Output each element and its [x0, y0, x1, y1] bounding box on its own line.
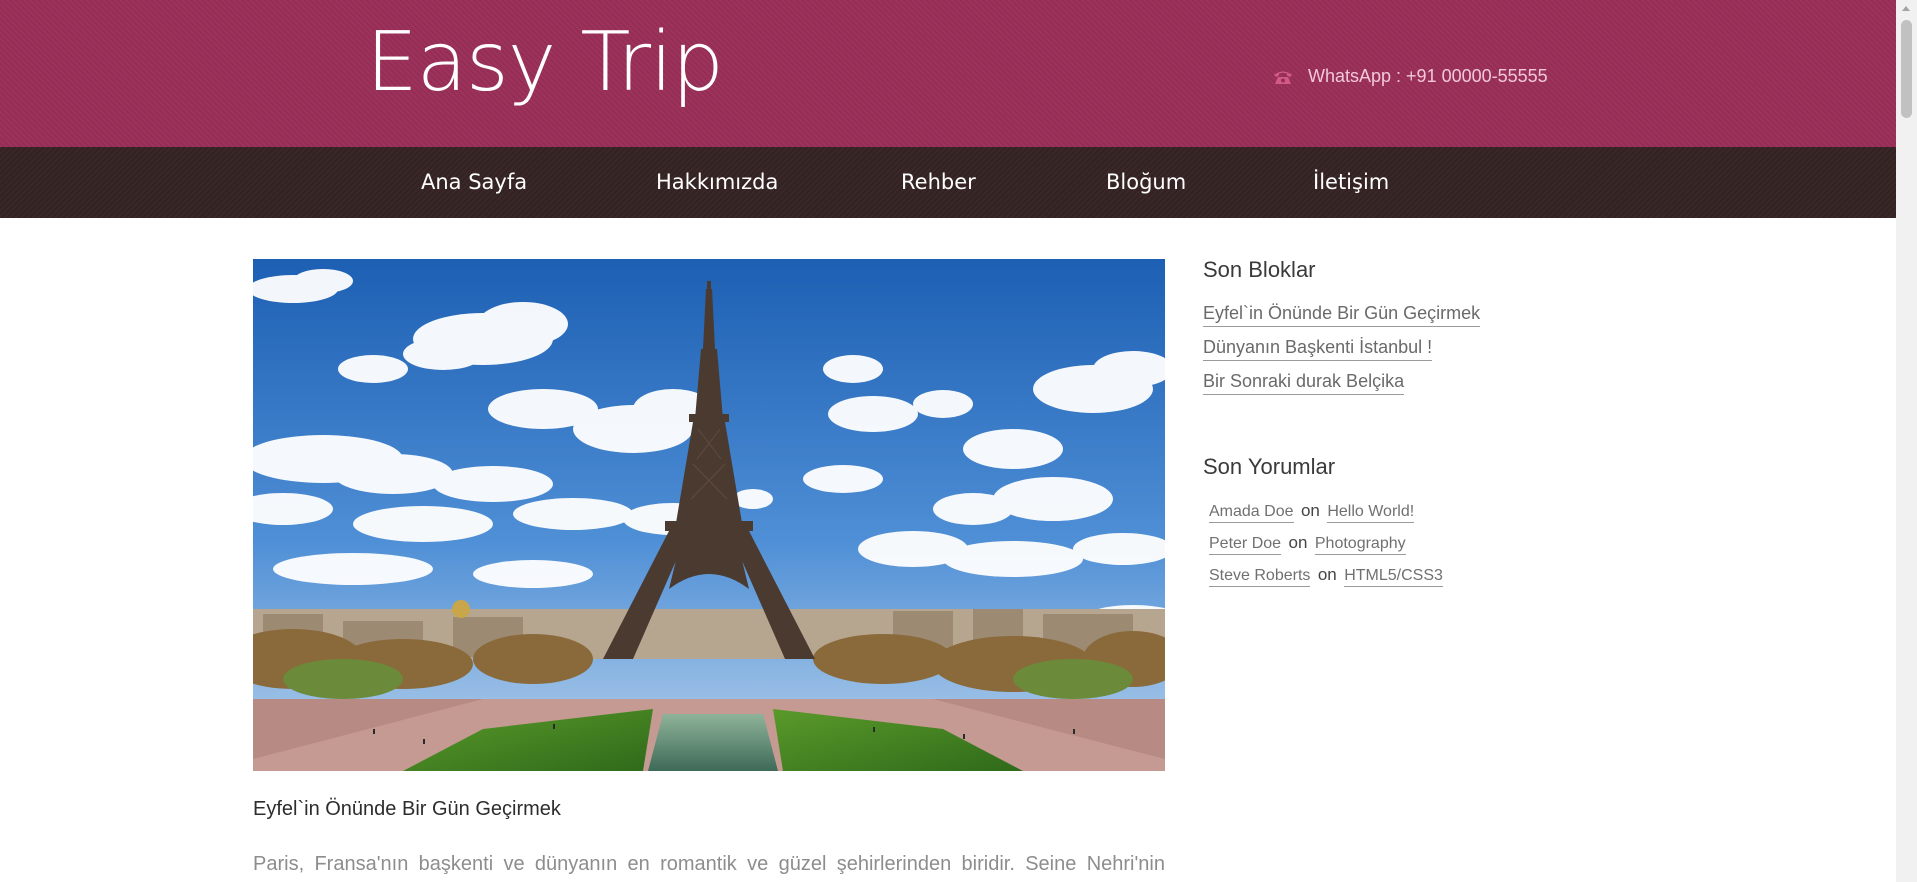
- comment-separator: on: [1288, 533, 1308, 552]
- recent-post-link[interactable]: Dünyanın Başkenti İstanbul !: [1203, 337, 1433, 361]
- post-title[interactable]: Eyfel`in Önünde Bir Gün Geçirmek: [253, 798, 561, 821]
- site-logo[interactable]: Easy Trip: [366, 22, 724, 104]
- recent-post-link[interactable]: Bir Sonraki durak Belçika: [1203, 371, 1405, 395]
- comment-post-link[interactable]: HTML5/CSS3: [1344, 567, 1443, 587]
- phone-icon: [1272, 69, 1294, 85]
- site-header: Easy Trip WhatsApp : +91 00000-55555: [0, 0, 1896, 147]
- nav-item-rehber[interactable]: Rehber: [901, 147, 976, 218]
- contact-text[interactable]: WhatsApp : +91 00000-55555: [1308, 66, 1548, 87]
- comment-separator: on: [1317, 565, 1337, 584]
- recent-comments-title: Son Yorumlar: [1203, 454, 1336, 479]
- comment-post-link[interactable]: Hello World!: [1327, 503, 1415, 523]
- comment-separator: on: [1300, 501, 1320, 520]
- recent-post-link[interactable]: Eyfel`in Önünde Bir Gün Geçirmek: [1203, 303, 1481, 327]
- comment-item: Amada Doe on Hello World!: [1209, 501, 1415, 523]
- scroll-up-arrow-icon[interactable]: [1902, 6, 1910, 11]
- comment-author-link[interactable]: Peter Doe: [1209, 535, 1282, 555]
- contact-info: WhatsApp : +91 00000-55555: [1272, 66, 1548, 87]
- recent-posts-title: Son Bloklar: [1203, 257, 1316, 282]
- nav-item-blogum[interactable]: Bloğum: [1106, 147, 1186, 218]
- nav-item-iletisim[interactable]: İletişim: [1313, 147, 1389, 218]
- comment-author-link[interactable]: Amada Doe: [1209, 503, 1294, 523]
- nav-item-hakkimizda[interactable]: Hakkımızda: [656, 147, 778, 218]
- post-excerpt: Paris, Fransa'nın başkenti ve dünyanın e…: [253, 853, 1165, 875]
- comment-author-link[interactable]: Steve Roberts: [1209, 567, 1311, 587]
- comment-item: Steve Roberts on HTML5/CSS3: [1209, 565, 1443, 587]
- comment-item: Peter Doe on Photography: [1209, 533, 1406, 555]
- main-navigation: Ana Sayfa Hakkımızda Rehber Bloğum İleti…: [0, 147, 1896, 218]
- eiffel-tower-photo[interactable]: [253, 259, 1165, 771]
- nav-item-ana-sayfa[interactable]: Ana Sayfa: [421, 147, 527, 218]
- comment-post-link[interactable]: Photography: [1314, 535, 1406, 555]
- scrollbar-thumb[interactable]: [1901, 20, 1912, 118]
- vertical-scrollbar[interactable]: [1896, 0, 1917, 882]
